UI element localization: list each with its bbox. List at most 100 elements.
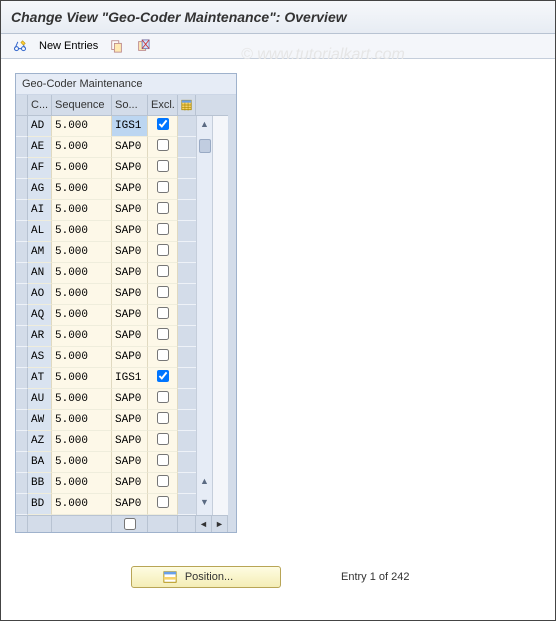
cell-sequence[interactable]: 5.000 bbox=[52, 221, 112, 242]
excl-checkbox[interactable] bbox=[157, 244, 169, 256]
cell-sequence[interactable]: 5.000 bbox=[52, 452, 112, 473]
cell-country[interactable]: BA bbox=[28, 452, 52, 473]
cell-source[interactable]: IGS1 bbox=[112, 116, 148, 137]
cell-source[interactable]: SAP0 bbox=[112, 305, 148, 326]
cell-source[interactable]: SAP0 bbox=[112, 389, 148, 410]
excl-checkbox[interactable] bbox=[157, 454, 169, 466]
vscroll-track[interactable] bbox=[196, 389, 212, 410]
vscroll-track[interactable] bbox=[196, 242, 212, 263]
cell-country[interactable]: AN bbox=[28, 263, 52, 284]
row-selector[interactable] bbox=[16, 326, 28, 347]
cell-country[interactable]: AS bbox=[28, 347, 52, 368]
row-selector[interactable] bbox=[16, 305, 28, 326]
hscroll-right[interactable]: ► bbox=[212, 515, 228, 532]
cell-country[interactable]: BD bbox=[28, 494, 52, 515]
excl-checkbox[interactable] bbox=[157, 265, 169, 277]
vscroll-down[interactable]: ▼ bbox=[198, 496, 212, 508]
cell-sequence[interactable]: 5.000 bbox=[52, 347, 112, 368]
excl-checkbox[interactable] bbox=[157, 202, 169, 214]
vscroll-track[interactable] bbox=[196, 452, 212, 473]
cell-country[interactable]: AR bbox=[28, 326, 52, 347]
vscroll-track[interactable]: ▲ bbox=[196, 116, 212, 137]
vscroll-track[interactable]: ▲ bbox=[196, 473, 212, 494]
col-header-country[interactable]: C... bbox=[28, 95, 52, 116]
vscroll-track[interactable] bbox=[196, 326, 212, 347]
col-header-excl[interactable]: Excl. bbox=[148, 95, 178, 116]
row-selector[interactable] bbox=[16, 494, 28, 515]
cell-source[interactable]: SAP0 bbox=[112, 179, 148, 200]
vscroll-track[interactable] bbox=[196, 137, 212, 158]
row-selector[interactable] bbox=[16, 389, 28, 410]
cell-sequence[interactable]: 5.000 bbox=[52, 200, 112, 221]
excl-checkbox[interactable] bbox=[157, 475, 169, 487]
cell-country[interactable]: AG bbox=[28, 179, 52, 200]
cell-sequence[interactable]: 5.000 bbox=[52, 158, 112, 179]
row-selector[interactable] bbox=[16, 158, 28, 179]
cell-sequence[interactable]: 5.000 bbox=[52, 326, 112, 347]
cell-country[interactable]: AQ bbox=[28, 305, 52, 326]
row-selector[interactable] bbox=[16, 116, 28, 137]
row-selector[interactable] bbox=[16, 200, 28, 221]
cell-source[interactable]: SAP0 bbox=[112, 347, 148, 368]
cell-sequence[interactable]: 5.000 bbox=[52, 431, 112, 452]
cell-country[interactable]: AE bbox=[28, 137, 52, 158]
cell-source[interactable]: SAP0 bbox=[112, 452, 148, 473]
vscroll-track[interactable] bbox=[196, 410, 212, 431]
col-header-source[interactable]: So... bbox=[112, 95, 148, 116]
cell-source[interactable]: SAP0 bbox=[112, 494, 148, 515]
cell-source[interactable]: SAP0 bbox=[112, 158, 148, 179]
vscroll-track[interactable] bbox=[196, 347, 212, 368]
excl-checkbox[interactable] bbox=[157, 391, 169, 403]
vscroll-track[interactable] bbox=[196, 305, 212, 326]
cell-country[interactable]: AM bbox=[28, 242, 52, 263]
cell-country[interactable]: AF bbox=[28, 158, 52, 179]
row-selector[interactable] bbox=[16, 137, 28, 158]
excl-checkbox[interactable] bbox=[157, 328, 169, 340]
vscroll-track[interactable] bbox=[196, 179, 212, 200]
cell-source[interactable]: SAP0 bbox=[112, 263, 148, 284]
row-selector[interactable] bbox=[16, 284, 28, 305]
cell-sequence[interactable]: 5.000 bbox=[52, 116, 112, 137]
vscroll-track[interactable] bbox=[196, 158, 212, 179]
cell-sequence[interactable]: 5.000 bbox=[52, 473, 112, 494]
row-selector[interactable] bbox=[16, 242, 28, 263]
vscroll-thumb[interactable] bbox=[199, 139, 211, 153]
excl-checkbox[interactable] bbox=[157, 412, 169, 424]
other-view-button[interactable] bbox=[9, 37, 31, 55]
vscroll-track[interactable] bbox=[196, 368, 212, 389]
copy-as-button[interactable] bbox=[106, 37, 128, 55]
new-entries-button[interactable]: New Entries bbox=[35, 38, 102, 54]
cell-source[interactable]: SAP0 bbox=[112, 137, 148, 158]
cell-country[interactable]: AT bbox=[28, 368, 52, 389]
col-header-sequence[interactable]: Sequence bbox=[52, 95, 112, 116]
excl-checkbox[interactable] bbox=[157, 370, 169, 382]
cell-source[interactable]: SAP0 bbox=[112, 200, 148, 221]
cell-country[interactable]: AL bbox=[28, 221, 52, 242]
row-selector[interactable] bbox=[16, 431, 28, 452]
cell-country[interactable]: AW bbox=[28, 410, 52, 431]
cell-sequence[interactable]: 5.000 bbox=[52, 242, 112, 263]
row-selector[interactable] bbox=[16, 221, 28, 242]
vscroll-page-up[interactable]: ▲ bbox=[198, 475, 212, 487]
excl-checkbox[interactable] bbox=[157, 433, 169, 445]
vscroll-track[interactable]: ▼ bbox=[196, 494, 212, 515]
cell-sequence[interactable]: 5.000 bbox=[52, 494, 112, 515]
cell-source[interactable]: SAP0 bbox=[112, 284, 148, 305]
cell-source[interactable]: SAP0 bbox=[112, 221, 148, 242]
excl-checkbox[interactable] bbox=[157, 223, 169, 235]
row-selector[interactable] bbox=[16, 179, 28, 200]
cell-source[interactable]: SAP0 bbox=[112, 473, 148, 494]
col-header-config[interactable] bbox=[178, 95, 196, 116]
excl-checkbox[interactable] bbox=[157, 118, 169, 130]
cell-country[interactable]: AZ bbox=[28, 431, 52, 452]
row-selector[interactable] bbox=[16, 473, 28, 494]
vscroll-track[interactable] bbox=[196, 284, 212, 305]
cell-sequence[interactable]: 5.000 bbox=[52, 305, 112, 326]
hscroll-left[interactable]: ◄ bbox=[196, 515, 212, 532]
vscroll-track[interactable] bbox=[196, 221, 212, 242]
excl-checkbox[interactable] bbox=[157, 160, 169, 172]
excl-checkbox[interactable] bbox=[157, 349, 169, 361]
cell-source[interactable]: SAP0 bbox=[112, 410, 148, 431]
cell-country[interactable]: AO bbox=[28, 284, 52, 305]
excl-checkbox[interactable] bbox=[157, 286, 169, 298]
